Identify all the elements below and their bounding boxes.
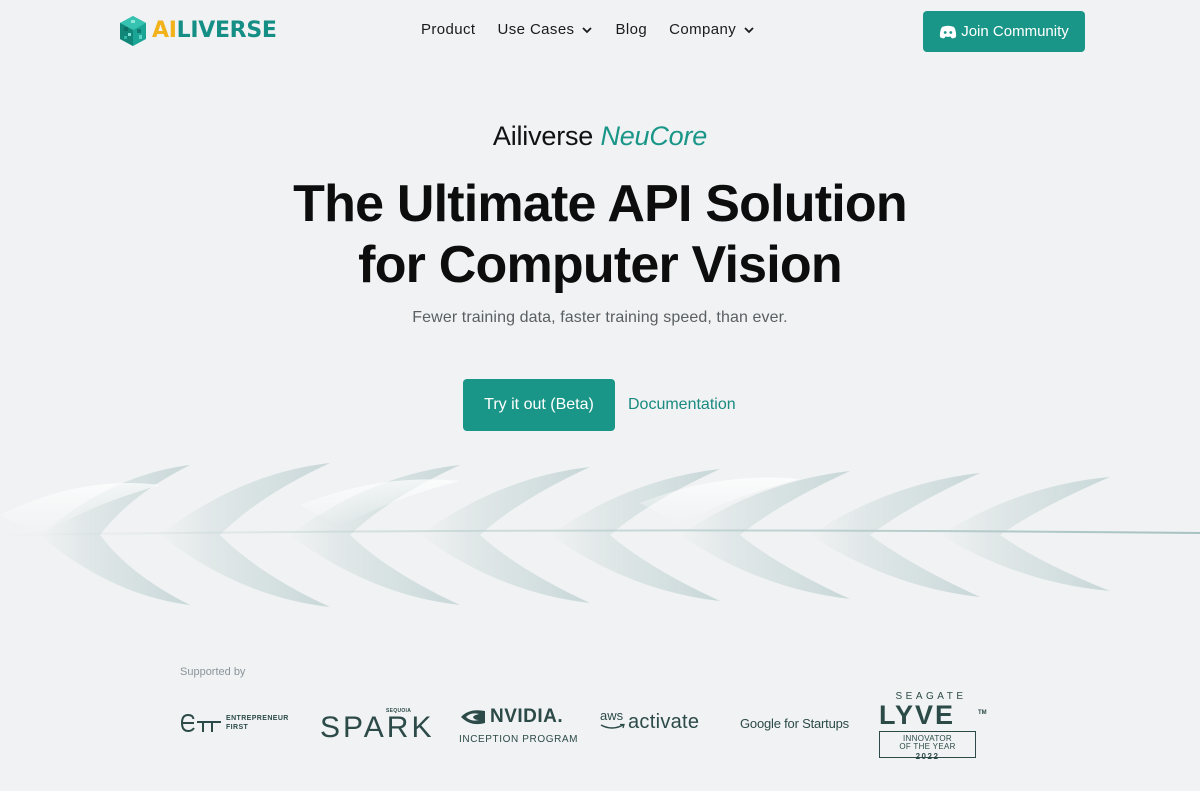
top-navigation: AILIVERSE Product Use Cases Blog Company… — [0, 0, 1200, 64]
spark-main-text: SPARK — [320, 711, 435, 744]
eyebrow-accent: NeuCore — [600, 121, 708, 151]
decorative-wave — [0, 463, 1200, 607]
nav-blog[interactable]: Blog — [615, 21, 647, 38]
headline-line-1: The Ultimate API Solution — [293, 175, 907, 233]
ef-line-1: ENTREPRENEUR — [226, 715, 289, 722]
seagate-lyve-award-logo: SEAGATE LYVE TM INNOVATOR OF THE YEAR 20… — [879, 691, 989, 761]
nav-use-cases-label: Use Cases — [497, 21, 575, 38]
nav-company-label: Company — [669, 21, 737, 38]
aws-activate-logo: aws activate — [600, 709, 699, 735]
award-year: 2022 — [915, 752, 940, 761]
lyve-trademark: TM — [978, 710, 987, 716]
award-line-2: OF THE YEAR — [899, 742, 956, 751]
logo-wordmark: AILIVERSE — [152, 20, 277, 42]
entrepreneur-first-text: ENTREPRENEUR FIRST — [226, 714, 289, 732]
join-community-label: Join Community — [961, 23, 1069, 40]
nav-product-label: Product — [421, 21, 476, 38]
chevron-down-icon — [744, 26, 754, 33]
nvidia-program-text: INCEPTION PROGRAM — [459, 734, 579, 745]
eyebrow-prefix: Ailiverse — [492, 121, 594, 151]
nvidia-name: NVIDIA. — [490, 706, 564, 727]
supported-by-label: Supported by — [180, 666, 246, 678]
google-for-startups-logo: Google for Startups — [740, 716, 849, 731]
documentation-link[interactable]: Documentation — [628, 396, 736, 414]
nav-links: Product Use Cases Blog Company — [421, 21, 777, 38]
nav-company[interactable]: Company — [669, 21, 755, 38]
logo-ai-text: AI — [152, 18, 177, 43]
entrepreneur-first-mark-icon — [180, 713, 221, 733]
chevron-down-icon — [582, 26, 593, 33]
ailiverse-logo[interactable]: AILIVERSE — [118, 14, 277, 48]
nav-product[interactable]: Product — [421, 21, 476, 38]
try-it-out-button[interactable]: Try it out (Beta) — [463, 379, 615, 431]
logo-cube-icon — [120, 16, 146, 46]
entrepreneur-first-logo: ENTREPRENEUR FIRST — [180, 712, 289, 734]
nvidia-eye-icon — [461, 710, 485, 725]
nav-blog-label: Blog — [615, 21, 648, 38]
hero-headline: The Ultimate API Solution for Computer V… — [0, 174, 1200, 296]
nvidia-inception-logo: NVIDIA. INCEPTION PROGRAM — [459, 706, 578, 745]
hero-subtitle: Fewer training data, faster training spe… — [412, 309, 788, 326]
lyve-wordmark: LYVE TM — [879, 700, 989, 730]
aws-smile-icon — [600, 723, 625, 729]
nav-use-cases[interactable]: Use Cases — [498, 21, 594, 38]
lyve-text: LYVE — [879, 700, 956, 730]
ef-line-2: FIRST — [226, 724, 249, 731]
aws-activate-text: activate — [628, 711, 700, 733]
logo-rest-text: LIVERSE — [176, 18, 277, 43]
product-eyebrow: Ailiverse NeuCore — [0, 121, 1200, 152]
innovator-award-badge: INNOVATOR OF THE YEAR 2022 — [879, 731, 976, 761]
aws-wordmark: aws — [600, 708, 624, 723]
discord-icon — [940, 25, 957, 38]
headline-line-2: for Computer Vision — [358, 236, 842, 294]
join-community-button[interactable]: Join Community — [923, 11, 1085, 52]
